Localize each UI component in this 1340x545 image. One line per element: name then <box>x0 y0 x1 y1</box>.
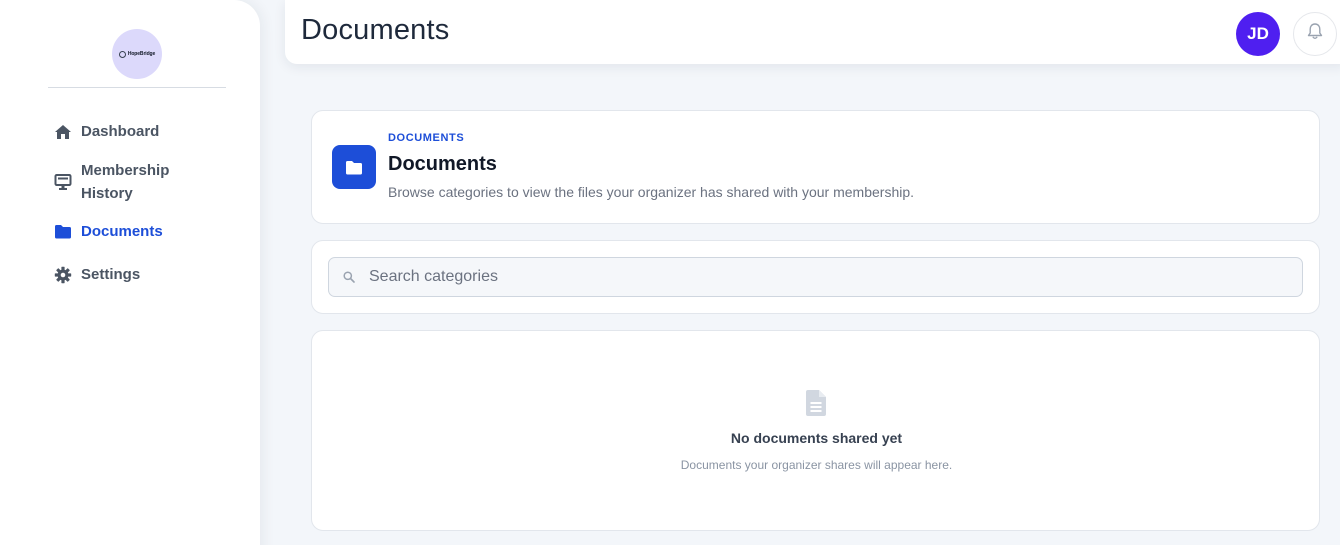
document-icon <box>804 389 828 417</box>
empty-state-card: No documents shared yet Documents your o… <box>311 330 1320 531</box>
sidebar-item-membership-history[interactable]: Membership History <box>53 159 191 205</box>
search-icon <box>342 270 356 284</box>
sidebar: HopeBridge Dashboard Membership History … <box>0 0 260 545</box>
sidebar-item-dashboard[interactable]: Dashboard <box>53 120 159 143</box>
logo-mark-group: HopeBridge <box>118 50 156 58</box>
page-title: Documents <box>301 14 450 46</box>
sidebar-divider <box>48 87 226 88</box>
notification-button[interactable] <box>1293 12 1337 56</box>
sidebar-item-label: Dashboard <box>81 123 160 140</box>
sidebar-item-label: Documents <box>81 223 163 240</box>
logo-text: HopeBridge <box>127 51 156 57</box>
app-root: HopeBridge Dashboard Membership History … <box>0 0 1340 545</box>
documents-header-card: DOCUMENTS Documents Browse categories to… <box>311 110 1320 224</box>
avatar[interactable]: JD <box>1236 12 1280 56</box>
logo-mark-icon <box>118 50 126 58</box>
monitor-icon <box>53 159 72 205</box>
section-subtitle: Browse categories to view the files your… <box>388 184 915 200</box>
search-input[interactable] <box>369 258 1289 296</box>
section-eyebrow: DOCUMENTS <box>388 132 465 144</box>
sidebar-item-label: Settings <box>81 266 141 283</box>
folder-icon <box>332 145 376 189</box>
home-icon <box>53 120 72 143</box>
empty-state-description: Documents your organizer shares will app… <box>680 458 953 472</box>
sidebar-item-label: Membership History <box>81 162 170 202</box>
top-header: Documents JD <box>285 0 1340 64</box>
sidebar-item-settings[interactable]: Settings <box>53 263 140 286</box>
section-title: Documents <box>388 153 497 175</box>
logo[interactable]: HopeBridge <box>112 29 162 79</box>
gear-icon <box>53 263 72 286</box>
folder-icon <box>53 220 72 243</box>
sidebar-item-documents[interactable]: Documents <box>53 220 163 243</box>
empty-state-title: No documents shared yet <box>730 430 903 446</box>
search-box[interactable] <box>328 257 1303 297</box>
bell-icon <box>1306 22 1324 46</box>
search-card <box>311 240 1320 314</box>
